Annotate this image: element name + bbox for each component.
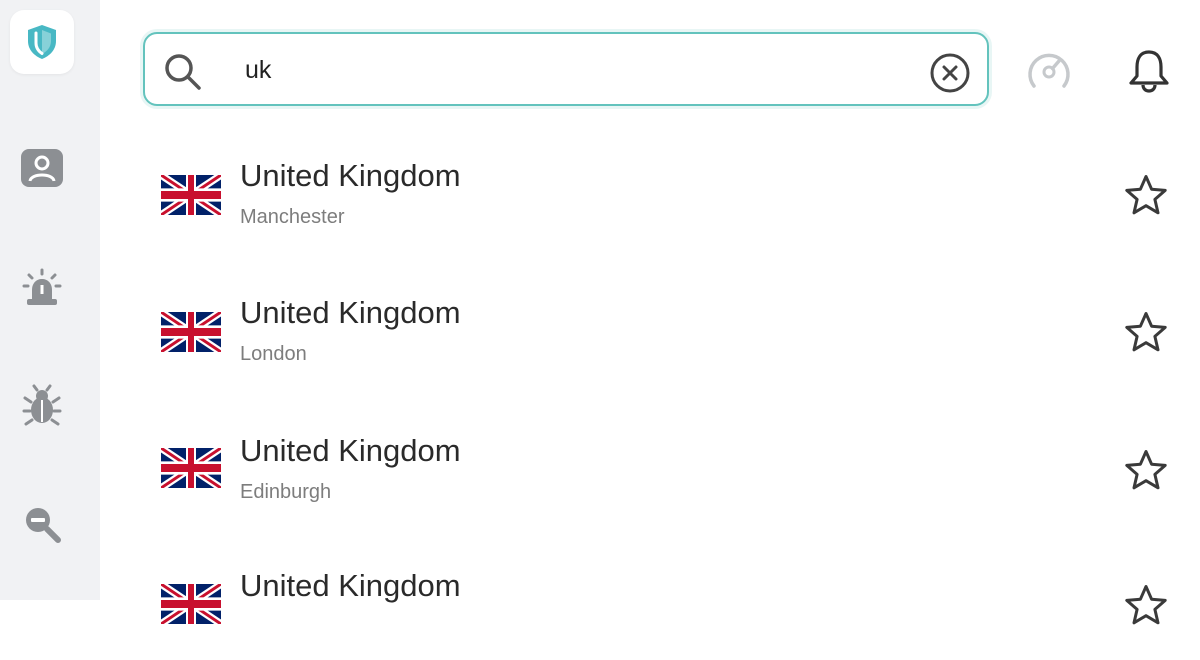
profile-icon: [21, 149, 63, 187]
uk-flag-icon: [161, 448, 221, 488]
search-input[interactable]: [245, 48, 885, 92]
sidebar-item-threats[interactable]: [10, 374, 74, 438]
search-box: [143, 32, 989, 106]
star-icon[interactable]: [1122, 309, 1170, 357]
uk-flag-icon: [161, 312, 221, 352]
list-item[interactable]: United Kingdom Edinburgh: [140, 415, 1200, 525]
list-item[interactable]: United Kingdom: [140, 550, 1200, 660]
magnifier-icon: [26, 508, 61, 543]
shield-icon: [28, 25, 56, 59]
search-icon: [165, 54, 201, 90]
sidebar-item-protection[interactable]: [10, 10, 74, 74]
star-icon[interactable]: [1122, 582, 1170, 630]
city-name: Manchester: [240, 206, 345, 228]
sidebar: [0, 0, 100, 600]
country-name: United Kingdom: [240, 158, 461, 193]
alert-light-icon: [22, 268, 62, 305]
country-name: United Kingdom: [240, 568, 461, 603]
city-name: Edinburgh: [240, 481, 332, 503]
star-icon[interactable]: [1122, 447, 1170, 495]
bug-icon: [22, 384, 62, 426]
sidebar-item-scan[interactable]: [10, 492, 74, 556]
bell-icon[interactable]: [1126, 47, 1172, 95]
list-item[interactable]: United Kingdom London: [140, 277, 1200, 387]
country-name: United Kingdom: [240, 295, 461, 330]
list-item[interactable]: United Kingdom Manchester: [140, 140, 1200, 250]
uk-flag-icon: [161, 175, 221, 215]
star-icon[interactable]: [1122, 172, 1170, 220]
uk-flag-icon: [161, 584, 221, 624]
country-name: United Kingdom: [240, 433, 461, 468]
city-name: London: [240, 343, 307, 365]
speed-gauge-icon[interactable]: [1025, 48, 1073, 94]
sidebar-item-alerts[interactable]: [10, 256, 74, 320]
clear-search-icon[interactable]: [929, 52, 971, 94]
sidebar-item-account[interactable]: [10, 136, 74, 200]
